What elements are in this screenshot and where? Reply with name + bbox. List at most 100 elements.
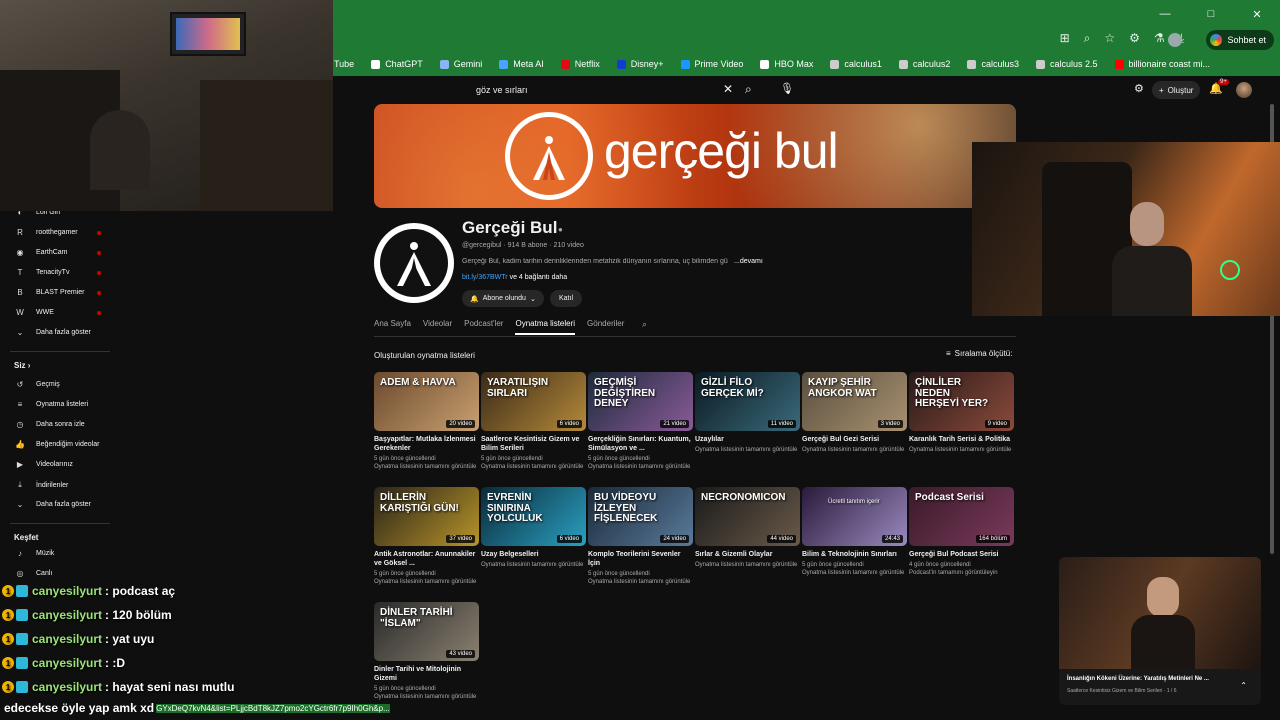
sidebar-item[interactable]: Rrootthegamer — [14, 228, 101, 237]
view-full-playlist-link[interactable]: Oynatma listesinin tamamını görüntüle — [481, 463, 586, 471]
view-full-playlist-link[interactable]: Oynatma listesinin tamamını görüntüle — [802, 569, 907, 577]
view-full-playlist-link[interactable]: Oynatma listesinin tamamını görüntüle — [374, 578, 479, 586]
sidebar-section-you[interactable]: Siz › — [14, 361, 30, 370]
playlist-thumbnail[interactable]: GEÇMİŞİ DEĞİŞTİREN DENEY 21 video — [588, 372, 693, 431]
bookmark-item[interactable]: calculus3 — [967, 59, 1019, 69]
playlist-title[interactable]: Karanlık Tarih Serisi & Politika — [909, 435, 1014, 444]
sidebar-item[interactable]: T TenacityTv — [14, 268, 101, 277]
playlist-card[interactable]: KAYIP ŞEHİR ANGKOR WAT 3 video Gerçeği Bul… — [802, 372, 907, 454]
search-icon[interactable]: ⌕ — [745, 82, 752, 97]
playlist-title[interactable]: Komplo Teorilerini Sevenler İçin — [588, 550, 693, 568]
playlist-title[interactable]: Bilim & Teknolojinin Sınırları — [802, 550, 907, 559]
playlist-thumbnail[interactable]: ÇİNLİLER NEDEN HERŞEYİ YER? 9 video — [909, 372, 1014, 431]
playlist-title[interactable]: Uzaylılar — [695, 435, 800, 444]
bookmark-item[interactable]: calculus1 — [830, 59, 882, 69]
bookmark-item[interactable]: Tube — [334, 59, 354, 69]
playlist-title[interactable]: Başyapıtlar: Mutlaka İzlenmesi Gerekenle… — [374, 435, 479, 453]
sort-button[interactable]: ≡ Sıralama ölçütü: — [946, 349, 1012, 358]
bookmark-item[interactable]: calculus 2.5 — [1035, 59, 1098, 69]
channel-link[interactable]: bit.ly/367BWTr — [462, 274, 508, 281]
chevron-up-icon[interactable]: ⌃ — [1240, 681, 1247, 690]
maximize-button[interactable]: □ — [1188, 0, 1234, 28]
sidebar-item[interactable]: ↺ Geçmiş — [14, 380, 60, 389]
playlist-card[interactable]: ÇİNLİLER NEDEN HERŞEYİ YER? 9 video Karanl… — [909, 372, 1014, 454]
tab-home[interactable]: Ana Sayfa — [374, 319, 411, 335]
playlist-card[interactable]: BU VİDEOYU İZLEYEN FİŞLENECEK 24 video Kom… — [588, 487, 693, 586]
sidebar-item[interactable]: ⌄ Daha fazla göster — [14, 328, 91, 337]
bookmark-item[interactable]: Netflix — [560, 59, 600, 69]
playlist-thumbnail[interactable]: Ücretli tanıtım içerir 24:43 — [802, 487, 907, 546]
playlist-thumbnail[interactable]: Podcast Serisi 164 bölüm — [909, 487, 1014, 546]
tab-playlists[interactable]: Oynatma listeleri — [515, 319, 576, 335]
sidebar-item[interactable]: W WWE — [14, 308, 101, 317]
zoom-icon[interactable]: ⌕ — [1084, 31, 1091, 46]
bookmark-item[interactable]: billionaire coast mi... — [1114, 59, 1210, 69]
playlist-title[interactable]: Gerçeği Bul Gezi Serisi — [802, 435, 907, 444]
miniplayer[interactable]: İnsanlığın Kökeni Üzerine: Yaratılış Met… — [1059, 557, 1261, 705]
view-full-playlist-link[interactable]: Oynatma listesinin tamamını görüntüle — [909, 446, 1014, 454]
tab-posts[interactable]: Gönderiler — [587, 319, 624, 335]
account-avatar[interactable] — [1236, 82, 1252, 98]
playlist-card[interactable]: GEÇMİŞİ DEĞİŞTİREN DENEY 21 video Gerçekli… — [588, 372, 693, 471]
apps-icon[interactable]: ⊞ — [1060, 31, 1070, 46]
settings-icon[interactable]: ⚙ — [1134, 82, 1144, 95]
tab-videos[interactable]: Videolar — [423, 319, 452, 335]
view-full-playlist-link[interactable]: Podcast'in tamamını görüntüleyin — [909, 569, 1014, 577]
join-button[interactable]: Katıl — [550, 290, 583, 307]
playlist-title[interactable]: Sırlar & Gizemli Olaylar — [695, 550, 800, 559]
playlist-thumbnail[interactable]: BU VİDEOYU İZLEYEN FİŞLENECEK 24 video — [588, 487, 693, 546]
view-full-playlist-link[interactable]: Oynatma listesinin tamamını görüntüle — [588, 463, 693, 471]
playlist-title[interactable]: Gerçekliğin Sınırları: Kuantum, Simülasy… — [588, 435, 693, 453]
playlist-card[interactable]: Podcast Serisi 164 bölüm Gerçeği Bul Podca… — [909, 487, 1014, 577]
playlist-card[interactable]: DİNLER TARİHİ "İSLAM" 43 video Dinler Tari… — [374, 602, 479, 701]
channel-avatar[interactable] — [374, 223, 454, 303]
bookmark-item[interactable]: ChatGPT — [371, 59, 423, 69]
sidebar-item[interactable]: ≡ Oynatma listeleri — [14, 400, 88, 409]
playlist-thumbnail[interactable]: KAYIP ŞEHİR ANGKOR WAT 3 video — [802, 372, 907, 431]
view-full-playlist-link[interactable]: Oynatma listesinin tamamını görüntüle — [695, 446, 800, 454]
sidebar-item[interactable]: B BLAST Premier — [14, 288, 101, 297]
playlist-card[interactable]: YARATILIŞIN SIRLARI 6 video Saatlerce Kesi… — [481, 372, 586, 471]
view-full-playlist-link[interactable]: Oynatma listesinin tamamını görüntüle — [802, 446, 907, 454]
channel-description[interactable]: Gerçeği Bul, kadim tarihin derinliklerin… — [462, 258, 732, 265]
more-links[interactable]: ve 4 bağlantı daha — [508, 274, 568, 281]
playlist-thumbnail[interactable]: EVRENİN SINIRINA YOLCULUK 6 video — [481, 487, 586, 546]
view-full-playlist-link[interactable]: Oynatma listesinin tamamını görüntüle — [374, 463, 479, 471]
playlist-title[interactable]: Dinler Tarihi ve Mitolojinin Gizemi — [374, 665, 479, 683]
playlist-card[interactable]: EVRENİN SINIRINA YOLCULUK 6 video Uzay Bel… — [481, 487, 586, 569]
playlist-title[interactable]: Uzay Belgeselleri — [481, 550, 586, 559]
playlist-card[interactable]: GİZLİ FİLO GERÇEK Mİ? 11 video Uzaylılar Oy… — [695, 372, 800, 454]
profile-avatar[interactable] — [1168, 33, 1182, 47]
extensions-icon[interactable]: ⚙ — [1129, 31, 1140, 46]
star-icon[interactable]: ☆ — [1104, 31, 1115, 46]
create-button[interactable]: + Oluştur — [1152, 81, 1201, 99]
view-full-playlist-link[interactable]: Oynatma listesinin tamamını görüntüle — [481, 561, 586, 569]
bookmark-item[interactable]: Disney+ — [616, 59, 664, 69]
mic-icon[interactable]: 🎙 — [780, 82, 794, 95]
sidebar-item[interactable]: ⌄ Daha fazla göster — [14, 500, 91, 509]
playlist-thumbnail[interactable]: YARATILIŞIN SIRLARI 6 video — [481, 372, 586, 431]
sidebar-item[interactable]: ◷ Daha sonra izle — [14, 420, 85, 429]
playlist-thumbnail[interactable]: NECRONOMICON 44 video — [695, 487, 800, 546]
bookmark-item[interactable]: HBO Max — [760, 59, 813, 69]
clear-icon[interactable]: ✕ — [723, 82, 733, 96]
playlist-title[interactable]: Saatlerce Kesintisiz Gizem ve Bilim Seri… — [481, 435, 586, 453]
sidebar-item[interactable]: ◎ Canlı — [14, 569, 53, 578]
sidebar-item[interactable]: ◉ EarthCam — [14, 248, 101, 257]
playlist-title[interactable]: Antik Astronotlar: Anunnakiler ve Göksel… — [374, 550, 479, 568]
sidebar-item[interactable]: ▶ Videolarınız — [14, 460, 73, 469]
tab-podcasts[interactable]: Podcast'ler — [464, 319, 503, 335]
close-button[interactable]: ✕ — [1234, 0, 1280, 28]
miniplayer-video[interactable] — [1059, 557, 1261, 669]
playlist-card[interactable]: Ücretli tanıtım içerir 24:43 Bilim & Tekno… — [802, 487, 907, 577]
more-link[interactable]: ...devamı — [734, 258, 763, 265]
sidebar-item[interactable]: ♪ Müzik — [14, 549, 54, 558]
sidebar-item[interactable]: ⤓ İndirilenler — [14, 480, 68, 490]
bookmark-item[interactable]: Prime Video — [680, 59, 743, 69]
minimize-button[interactable]: — — [1142, 0, 1188, 28]
playlist-card[interactable]: DİLLERİN KARIŞTIĞI GÜN! 37 video Antik Ast… — [374, 487, 479, 586]
playlist-thumbnail[interactable]: ADEM & HAVVA 20 video — [374, 372, 479, 431]
playlist-thumbnail[interactable]: GİZLİ FİLO GERÇEK Mİ? 11 video — [695, 372, 800, 431]
search-icon[interactable]: ⌕ — [642, 319, 647, 330]
bookmark-item[interactable]: Gemini — [439, 59, 482, 69]
